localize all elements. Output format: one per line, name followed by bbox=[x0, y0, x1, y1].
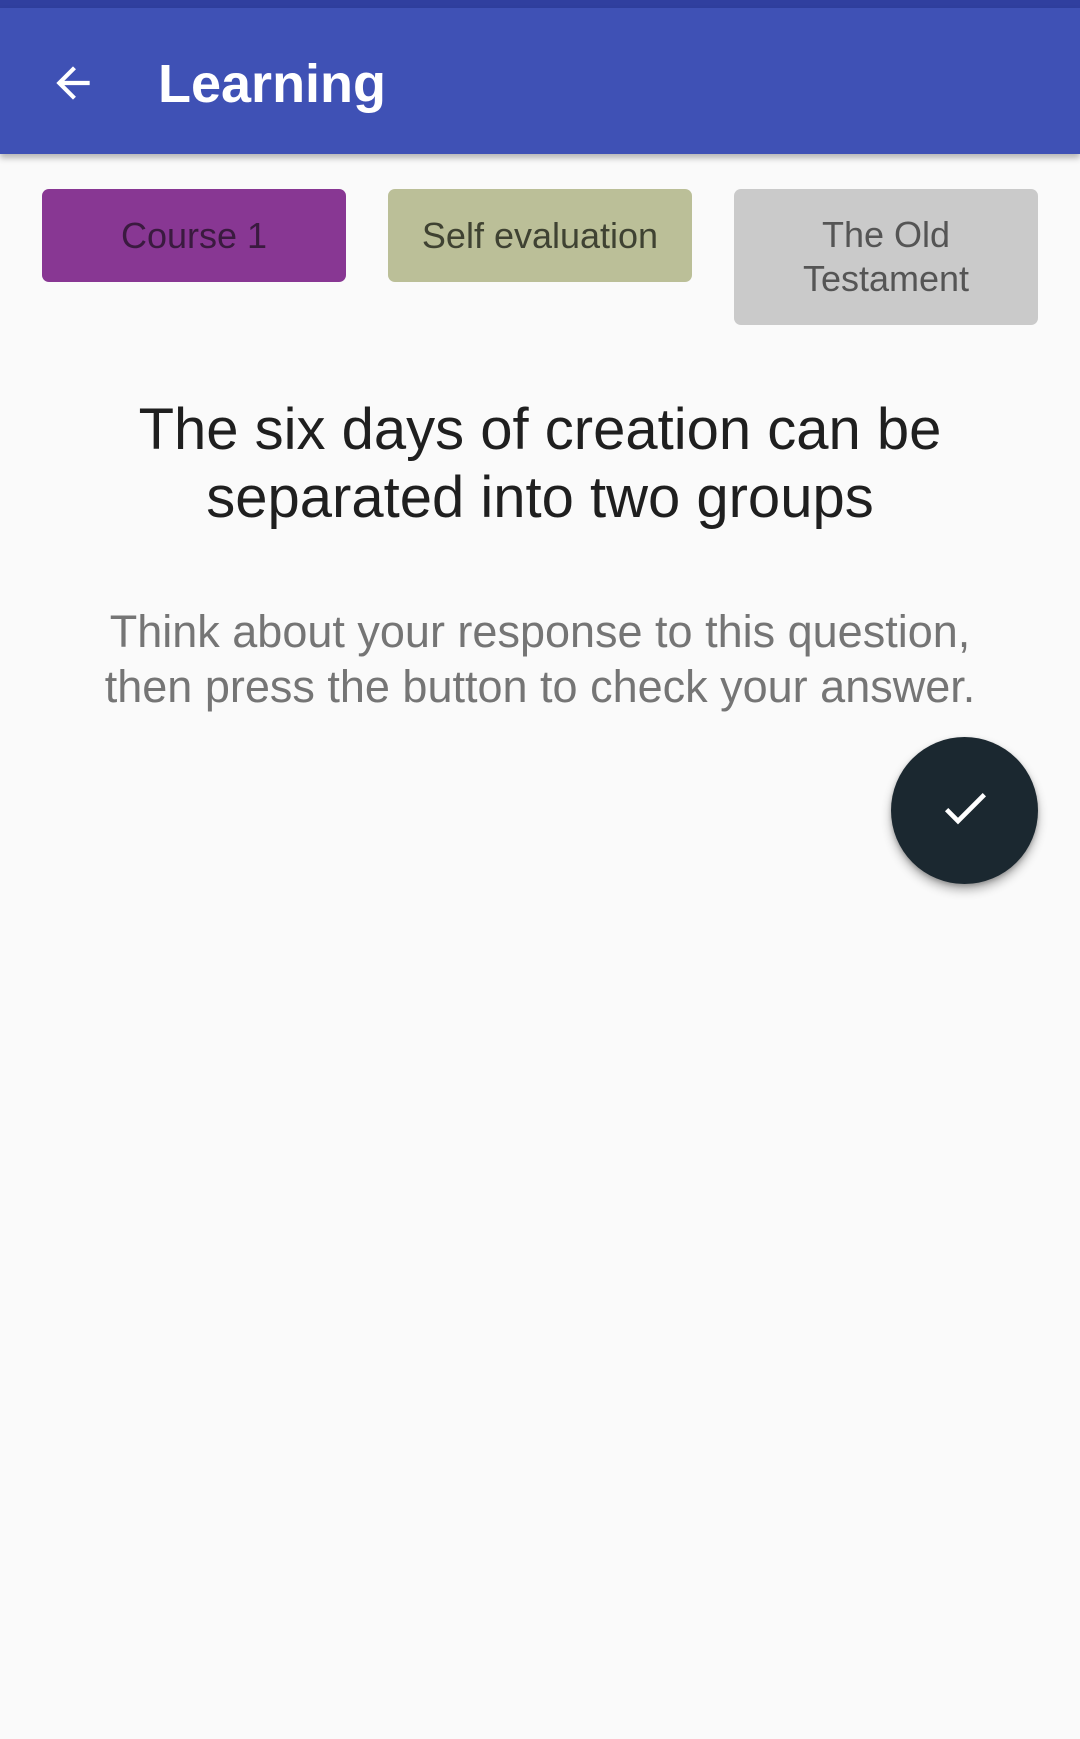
old-testament-chip-label: The Old Testament bbox=[802, 214, 970, 299]
question-text: The six days of creation can be separate… bbox=[138, 397, 942, 530]
back-button[interactable] bbox=[30, 42, 116, 128]
old-testament-chip[interactable]: The Old Testament bbox=[734, 189, 1038, 325]
check-icon bbox=[937, 780, 993, 841]
check-answer-button[interactable] bbox=[891, 737, 1038, 884]
self-evaluation-chip[interactable]: Self evaluation bbox=[388, 189, 692, 282]
arrow-left-icon bbox=[48, 58, 98, 113]
instruction-text: Think about your response to this questi… bbox=[104, 606, 976, 712]
course-chip-label: Course 1 bbox=[120, 214, 268, 256]
page-title: Learning bbox=[158, 54, 387, 114]
status-bar bbox=[0, 0, 1080, 8]
course-chip[interactable]: Course 1 bbox=[42, 189, 346, 282]
self-evaluation-chip-label: Self evaluation bbox=[421, 214, 659, 256]
app-bar: Learning bbox=[0, 8, 1080, 154]
